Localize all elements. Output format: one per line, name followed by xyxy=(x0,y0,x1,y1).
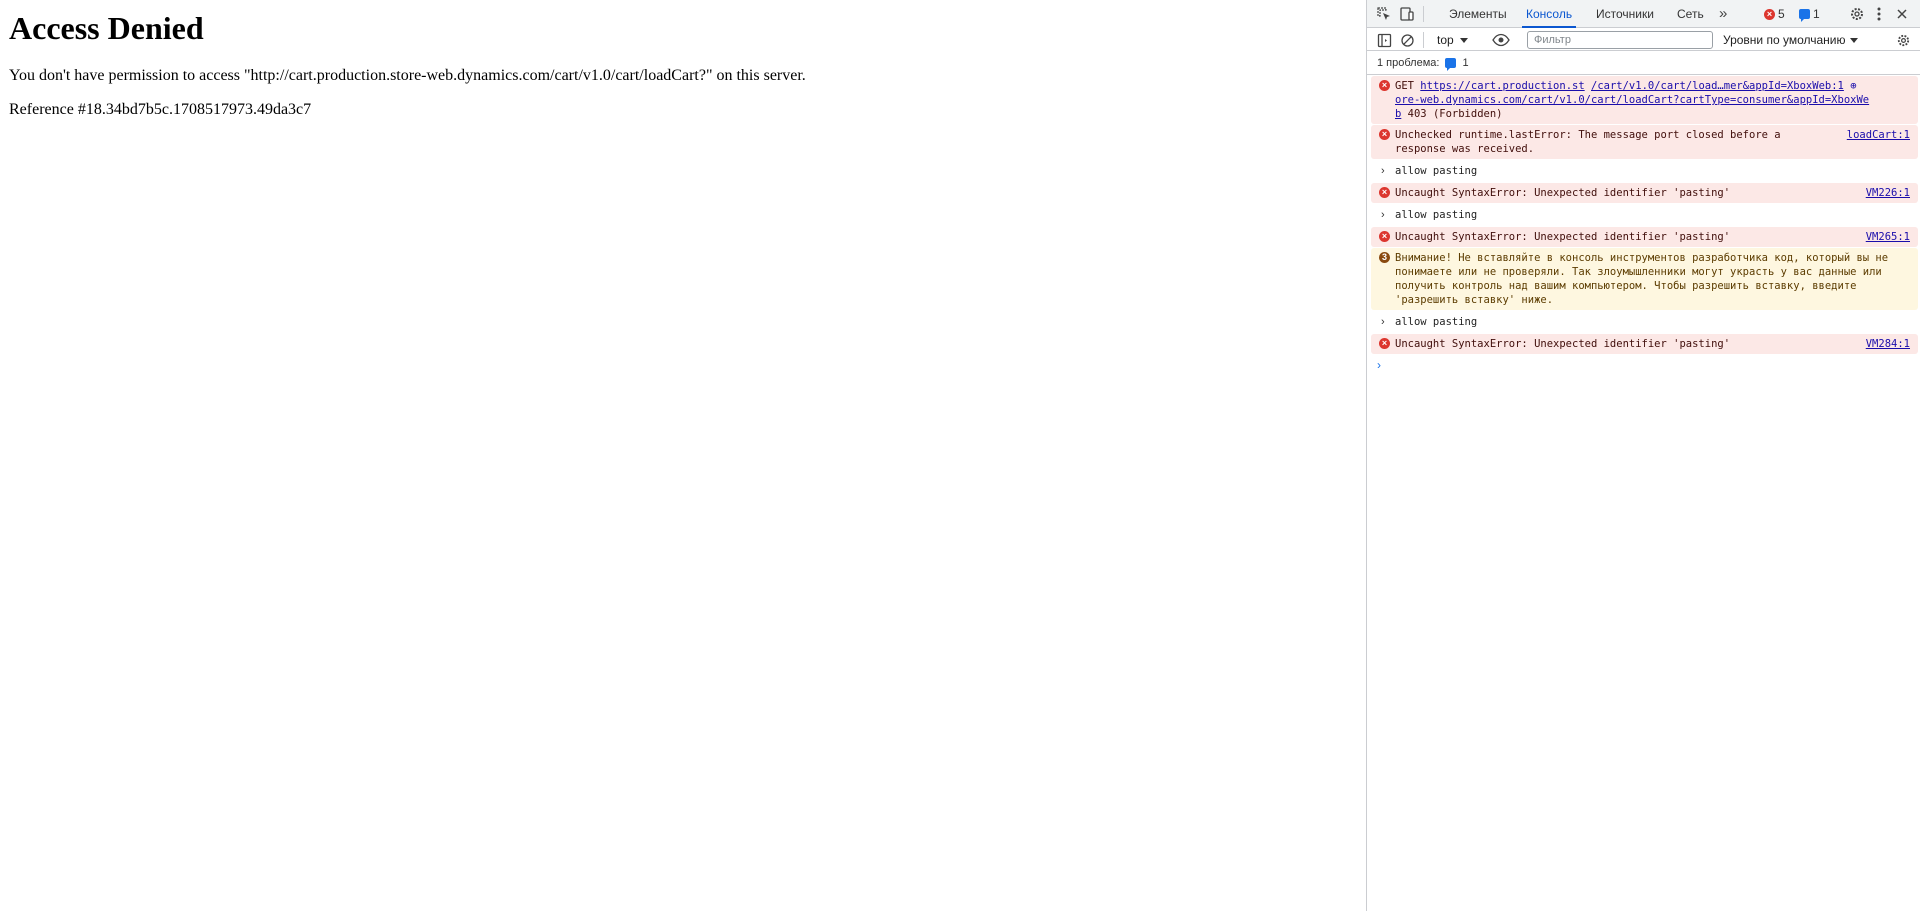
error-text: Uncaught SyntaxError: Unexpected identif… xyxy=(1395,338,1731,350)
sidebar-toggle-icon[interactable] xyxy=(1374,30,1394,50)
chevron-right-icon: › xyxy=(1381,165,1385,177)
devtools-panel: Элементы Консоль Источники Сеть » × 5 1 xyxy=(1366,0,1920,911)
error-counter[interactable]: × 5 xyxy=(1764,7,1785,21)
request-url-link-cont[interactable]: ore-web.dynamics.com/cart/v1.0/cart/load… xyxy=(1395,94,1869,106)
request-url-link[interactable]: https://cart.production.st xyxy=(1420,80,1584,92)
chevron-right-icon: › xyxy=(1381,316,1385,328)
tab-sources[interactable]: Источники xyxy=(1592,0,1658,28)
console-error-row: × Unchecked runtime.lastError: The messa… xyxy=(1371,125,1918,159)
command-text: allow pasting xyxy=(1395,316,1478,328)
error-text: Uncaught SyntaxError: Unexpected identif… xyxy=(1395,187,1731,199)
error-icon: × xyxy=(1379,338,1390,349)
error-icon: × xyxy=(1379,231,1390,242)
console-messages: × GET https://cart.production.st /cart/v… xyxy=(1367,76,1920,375)
issues-count: 1 xyxy=(1462,57,1469,69)
console-command-row: › allow pasting xyxy=(1371,160,1918,182)
source-link[interactable]: loadCart:1 xyxy=(1847,128,1910,142)
prompt-chevron-icon: › xyxy=(1377,358,1381,372)
inspect-element-icon[interactable] xyxy=(1374,4,1394,24)
context-selector[interactable]: top xyxy=(1437,32,1468,48)
error-text: Unchecked runtime.lastError: The message… xyxy=(1395,129,1781,155)
console-warning-row: 3 Внимание! Не вставляйте в консоль инст… xyxy=(1371,248,1918,310)
source-link[interactable]: VM226:1 xyxy=(1866,186,1910,200)
close-devtools-icon[interactable] xyxy=(1892,4,1912,24)
chevron-right-icon: › xyxy=(1381,209,1385,221)
issues-label: 1 проблема: xyxy=(1377,57,1440,69)
console-toolbar: top Уровни по умолчанию xyxy=(1367,29,1920,51)
warning-text: Внимание! Не вставляйте в консоль инстру… xyxy=(1395,252,1889,306)
tab-console[interactable]: Консоль xyxy=(1522,0,1577,28)
console-error-row: × Uncaught SyntaxError: Unexpected ident… xyxy=(1371,227,1918,247)
console-command-row: › allow pasting xyxy=(1371,204,1918,226)
source-link[interactable]: VM284:1 xyxy=(1866,337,1910,351)
device-toolbar-icon[interactable] xyxy=(1397,4,1417,24)
console-command-row: › allow pasting xyxy=(1371,311,1918,333)
error-icon: × xyxy=(1764,8,1775,20)
tabbar-separator xyxy=(1423,6,1424,22)
clear-console-icon[interactable] xyxy=(1397,30,1417,50)
warning-count-badge: 3 xyxy=(1379,252,1390,263)
tab-elements[interactable]: Элементы xyxy=(1445,0,1511,28)
devtools-tabbar: Элементы Консоль Источники Сеть » × 5 1 xyxy=(1367,0,1920,28)
chevron-down-icon xyxy=(1849,37,1858,43)
console-error-row: × GET https://cart.production.st /cart/v… xyxy=(1371,76,1918,124)
filter-input[interactable] xyxy=(1527,31,1713,49)
tab-network[interactable]: Сеть xyxy=(1673,0,1708,28)
command-text: allow pasting xyxy=(1395,165,1478,177)
console-prompt[interactable]: › xyxy=(1377,355,1920,375)
console-error-row: × Uncaught SyntaxError: Unexpected ident… xyxy=(1371,334,1918,354)
live-expression-eye-icon[interactable] xyxy=(1491,30,1511,50)
reference-id: Reference #18.34bd7b5c.1708517973.49da3c… xyxy=(9,101,312,118)
message-counter[interactable]: 1 xyxy=(1799,7,1820,22)
log-levels-dropdown[interactable]: Уровни по умолчанию xyxy=(1723,32,1858,48)
status-text: 403 (Forbidden) xyxy=(1407,108,1503,120)
network-icon: ⊕ xyxy=(1850,80,1857,92)
console-settings-gear-icon[interactable] xyxy=(1893,30,1913,50)
message-icon xyxy=(1799,9,1810,22)
source-link[interactable]: VM265:1 xyxy=(1866,230,1910,244)
more-options-icon[interactable] xyxy=(1869,4,1889,24)
error-icon: × xyxy=(1379,129,1390,140)
toolbar-separator xyxy=(1423,32,1424,48)
error-message: You don't have permission to access "htt… xyxy=(9,67,806,84)
page-title: Access Denied xyxy=(9,10,204,46)
chevron-down-icon xyxy=(1459,37,1468,43)
error-icon: × xyxy=(1379,80,1390,91)
settings-gear-icon[interactable] xyxy=(1847,4,1867,24)
console-error-row: × Uncaught SyntaxError: Unexpected ident… xyxy=(1371,183,1918,203)
issue-icon xyxy=(1445,58,1457,71)
request-url-link-end[interactable]: b xyxy=(1395,108,1401,120)
page-content: Access Denied You don't have permission … xyxy=(0,0,1366,911)
issues-bar[interactable]: 1 проблема: 1 xyxy=(1367,52,1920,75)
source-link[interactable]: /cart/v1.0/cart/load…mer&appId=XboxWeb:1 xyxy=(1591,80,1844,92)
more-tabs-icon[interactable]: » xyxy=(1715,0,1731,28)
error-icon: × xyxy=(1379,187,1390,198)
command-text: allow pasting xyxy=(1395,209,1478,221)
error-text: Uncaught SyntaxError: Unexpected identif… xyxy=(1395,231,1731,243)
